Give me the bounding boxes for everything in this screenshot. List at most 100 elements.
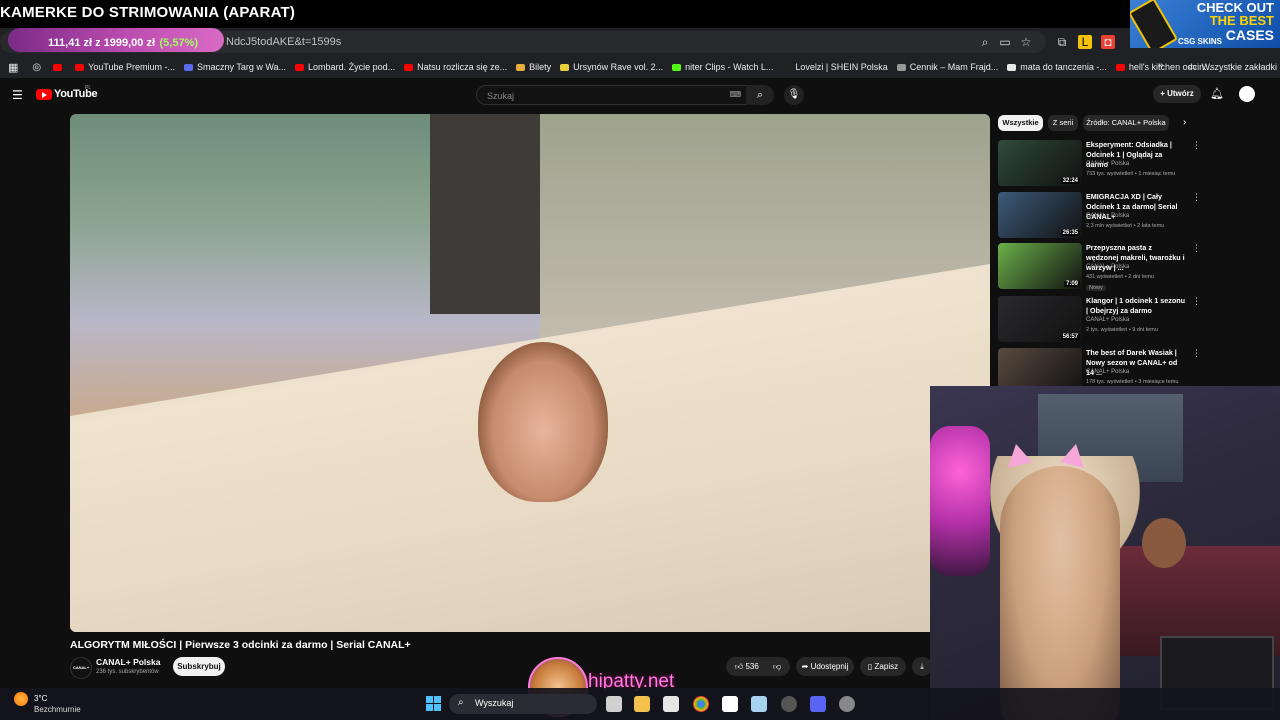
bookmark-star-icon[interactable]: ☆ <box>1019 35 1033 49</box>
all-bookmarks-label: Wszystkie zakładki <box>1201 61 1278 72</box>
recommended-video[interactable]: 56:57 Klangor | 1 odcinek 1 sezonu | Obej… <box>998 296 1268 346</box>
discord-icon[interactable] <box>810 696 826 712</box>
weather-description[interactable]: Bezchmurnie <box>34 705 81 714</box>
channel-name[interactable]: CANAL+ Polska <box>1086 317 1129 323</box>
bookmark-label: Bilety <box>529 62 552 72</box>
download-button[interactable]: ⤓ <box>912 657 932 676</box>
bookmark-favicon-icon <box>184 63 194 71</box>
download-icon: ⤓ <box>920 662 924 671</box>
create-button[interactable]: + Utwórz <box>1153 85 1201 103</box>
chrome-icon[interactable] <box>693 696 709 712</box>
chip-all[interactable]: Wszystkie <box>998 115 1043 131</box>
store-icon[interactable] <box>663 696 679 712</box>
notepad-icon[interactable] <box>722 696 738 712</box>
bookmark-favicon-icon <box>782 63 792 71</box>
settings-gear-icon[interactable] <box>839 696 855 712</box>
bookmark-favicon-icon <box>516 63 526 71</box>
bookmark-item[interactable]: Bilety <box>516 62 551 72</box>
bookmark-item[interactable]: Lombard. Życie pod... <box>295 62 395 72</box>
channel-name[interactable]: CANAL+ Polska <box>1086 161 1129 167</box>
video-thumbnail[interactable]: 26:35 <box>998 192 1082 238</box>
keyboard-icon[interactable]: ⌨ <box>729 90 741 99</box>
taskbar-search-label[interactable]: Wyszukaj <box>475 698 513 708</box>
bookmark-favicon-icon <box>75 63 85 71</box>
bookmark-item[interactable]: Ursynów Rave vol. 2... <box>560 62 663 72</box>
channel-name[interactable]: CANAL+ Polska <box>1086 264 1129 270</box>
recommended-video[interactable]: 7:09 Przepyszna pasta z wędzonej makreli,… <box>998 243 1268 293</box>
stream-title: KAMERKE DO STRIMOWANIA (APARAT) <box>0 4 296 21</box>
task-view-icon[interactable] <box>606 696 622 712</box>
bookmark-item[interactable]: YouTube Premium -... <box>75 62 175 72</box>
share-button[interactable]: ➦ Udostępnij <box>796 657 854 676</box>
taskbar-search-box[interactable]: ⌕ <box>449 694 597 714</box>
more-options-icon[interactable]: ⋮ <box>1192 140 1201 151</box>
video-title[interactable]: Klangor | 1 odcinek 1 sezonu | Obejrzyj … <box>1086 296 1186 316</box>
more-options-icon[interactable]: ⋮ <box>1192 296 1201 307</box>
bookmark-label: Lombard. Życie pod... <box>308 62 396 72</box>
bookmark-item[interactable]: Cennik – Mam Frajd... <box>896 62 999 72</box>
bookmark-item[interactable]: Lovelzi | SHEIN Polska <box>782 62 888 72</box>
video-duration: 32:24 <box>1060 178 1080 184</box>
obs-icon[interactable] <box>781 696 797 712</box>
extension-icon[interactable]: ⧉ <box>1055 35 1069 49</box>
search-input[interactable] <box>485 90 719 102</box>
bookmark-label: Cennik – Mam Frajd... <box>909 62 999 72</box>
more-options-icon[interactable]: ⋮ <box>1192 192 1201 203</box>
more-options-icon[interactable]: ⋮ <box>1192 348 1201 359</box>
bookmark-favicon-icon <box>672 63 682 71</box>
chevron-right-icon[interactable]: › <box>1183 117 1186 128</box>
video-thumbnail[interactable]: 32:24 <box>998 140 1082 186</box>
document-icon[interactable] <box>751 696 767 712</box>
channel-avatar[interactable]: CANAL+ <box>70 657 92 679</box>
subscribe-button[interactable]: Subskrybuj <box>173 657 225 676</box>
zoom-icon[interactable]: ⌕ <box>978 35 992 49</box>
voice-search-button[interactable]: 🎙︎ <box>784 85 804 105</box>
save-label: Zapisz <box>874 662 899 671</box>
youtube-logo-icon[interactable] <box>36 89 52 100</box>
video-meta: 178 tys. wyświetleń • 3 miesiące temu <box>1086 379 1179 385</box>
dislike-button[interactable]: 👎︎ <box>773 662 781 671</box>
bookmark-favicon-icon <box>1115 63 1125 71</box>
bookmark-item[interactable]: mata do tanczenia -... <box>1007 62 1107 72</box>
channel-name[interactable]: CANAL+ Polska <box>96 657 160 667</box>
bookmark-item[interactable]: niter Clips - Watch L... <box>672 62 773 72</box>
video-thumbnail[interactable]: 7:09 <box>998 243 1082 289</box>
chip-source[interactable]: Źródło: CANAL+ Polska <box>1083 115 1169 131</box>
like-button[interactable]: 👍︎ 536 <box>735 662 759 671</box>
account-avatar[interactable] <box>1239 86 1255 102</box>
windows-start-icon[interactable] <box>426 696 441 711</box>
donation-goal-bar: 111,41 zł z 1999,00 zł (5,57%) <box>8 28 224 52</box>
github-icon[interactable]: ◎ <box>32 62 41 73</box>
extension-icon[interactable]: L <box>1078 35 1092 49</box>
weather-temperature[interactable]: 3°C <box>34 694 47 703</box>
channel-name[interactable]: CANAL+ Polska <box>1086 213 1129 219</box>
url-text: NdcJ5todAKE&t=1599s <box>226 36 342 48</box>
bookmark-label: Lovelzi | SHEIN Polska <box>795 62 888 72</box>
file-explorer-icon[interactable] <box>634 696 650 712</box>
video-thumbnail[interactable]: 56:57 <box>998 296 1082 342</box>
more-bookmarks-icon[interactable]: » <box>1158 60 1164 71</box>
bookmark-item[interactable]: Natsu rozlicza się ze... <box>404 62 507 72</box>
more-options-icon[interactable]: ⋮ <box>1192 243 1201 254</box>
extension-icon[interactable]: ◘ <box>1101 35 1115 49</box>
share-label: Udostępnij <box>810 662 849 671</box>
save-button[interactable]: ▯ Zapisz <box>860 657 906 676</box>
bookmark-item[interactable]: Smaczny Targ w Wa... <box>184 62 286 72</box>
ad-line-3: CASES <box>1225 27 1274 43</box>
video-player[interactable] <box>70 114 990 632</box>
hamburger-menu-icon[interactable]: ☰ <box>12 88 23 102</box>
notifications-bell-icon[interactable]: 🔔︎ <box>1210 87 1224 100</box>
apps-grid-icon[interactable]: ▦ <box>8 61 18 74</box>
video-meta: 733 tys. wyświetleń • 1 miesiąc temu <box>1086 171 1176 177</box>
recommended-video[interactable]: 26:35 EMIGRACJA XD | Cały Odcinek 1 za da… <box>998 192 1268 242</box>
create-label: Utwórz <box>1167 89 1194 98</box>
channel-name[interactable]: CANAL+ Polska <box>1086 369 1129 375</box>
bookmark-item[interactable] <box>53 62 66 72</box>
weather-sun-icon[interactable] <box>14 692 28 706</box>
recommended-video[interactable]: 32:24 Eksperyment: Odsiadka | Odcinek 1 |… <box>998 140 1268 190</box>
search-button[interactable]: ⌕ <box>746 85 774 105</box>
cast-icon[interactable]: ▭ <box>998 35 1012 49</box>
youtube-search-box[interactable]: ⌨ <box>476 85 748 105</box>
all-bookmarks[interactable]: ▭ Wszystkie zakładki <box>1188 61 1277 72</box>
chip-series[interactable]: Z serii <box>1048 115 1078 131</box>
